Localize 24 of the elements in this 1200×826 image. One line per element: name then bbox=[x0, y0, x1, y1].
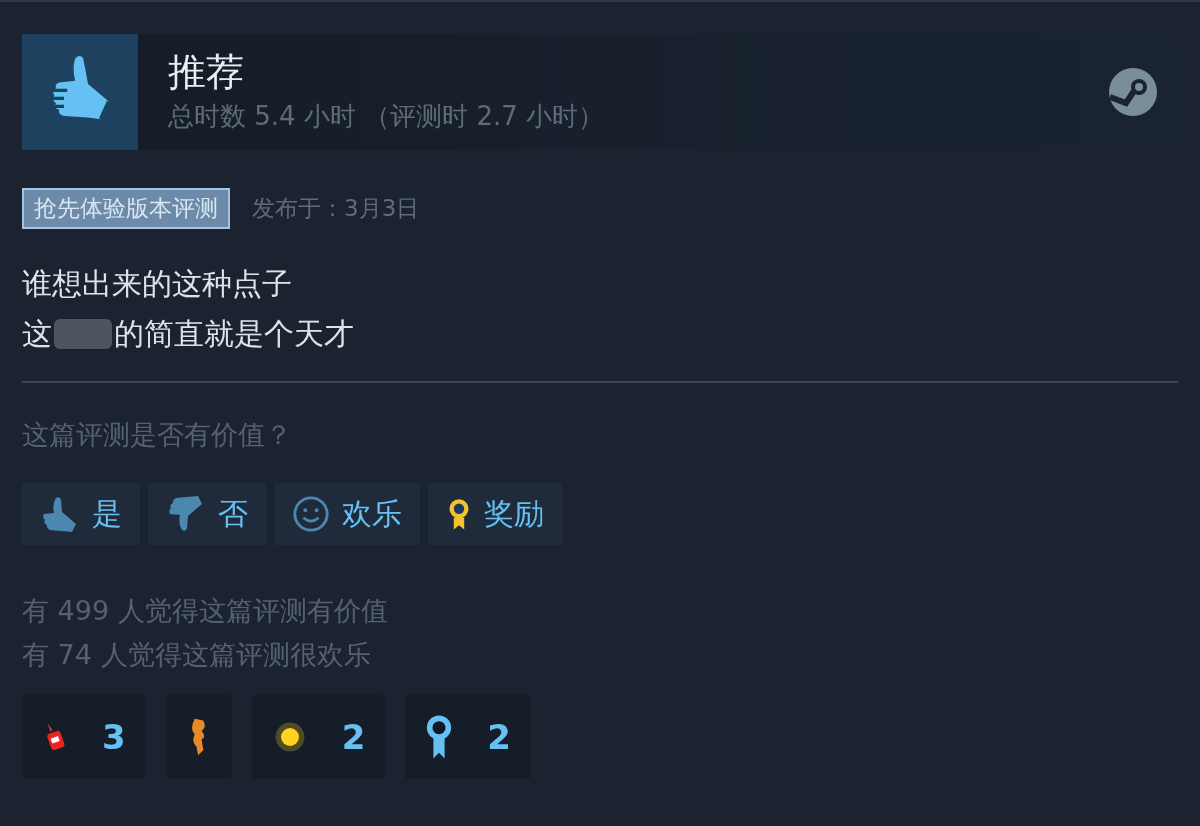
review-text: 谁想出来的这种点子 bbox=[22, 265, 292, 303]
award-chip[interactable]: 2 bbox=[251, 695, 386, 779]
steam-logo-icon bbox=[1108, 67, 1158, 117]
vote-button[interactable]: 否 bbox=[148, 483, 266, 545]
vote-button[interactable]: 是 bbox=[22, 483, 140, 545]
award-chip[interactable]: 2 bbox=[405, 695, 531, 779]
award-count: 3 bbox=[102, 717, 126, 757]
vote-button[interactable]: 奖励 bbox=[428, 483, 562, 545]
review-verdict: 推荐 bbox=[168, 49, 245, 96]
award-count: 2 bbox=[487, 717, 511, 757]
review-text: 这 bbox=[22, 315, 52, 353]
smiley-icon bbox=[292, 495, 330, 533]
vote-count-text: 有 499 人觉得这篇评测有价值 bbox=[22, 594, 389, 628]
review-text: 的简直就是个天才 bbox=[114, 315, 354, 353]
award-chip[interactable]: 3 bbox=[22, 695, 146, 779]
early-access-badge: 抢先体验版本评测 bbox=[22, 188, 230, 229]
ribbon-icon bbox=[425, 713, 454, 761]
award-chip[interactable] bbox=[165, 695, 232, 779]
playtime-text: 总时数 5.4 小时 （评测时 2.7 小时） bbox=[168, 100, 606, 134]
vote-button[interactable]: 欢乐 bbox=[274, 483, 420, 545]
award-count: 2 bbox=[341, 717, 366, 757]
vote-count-text: 有 74 人觉得这篇评测很欢乐 bbox=[22, 638, 372, 672]
helpful-question: 这篇评测是否有价值？ bbox=[22, 418, 293, 452]
posted-date: 发布于：3月3日 bbox=[252, 194, 420, 223]
